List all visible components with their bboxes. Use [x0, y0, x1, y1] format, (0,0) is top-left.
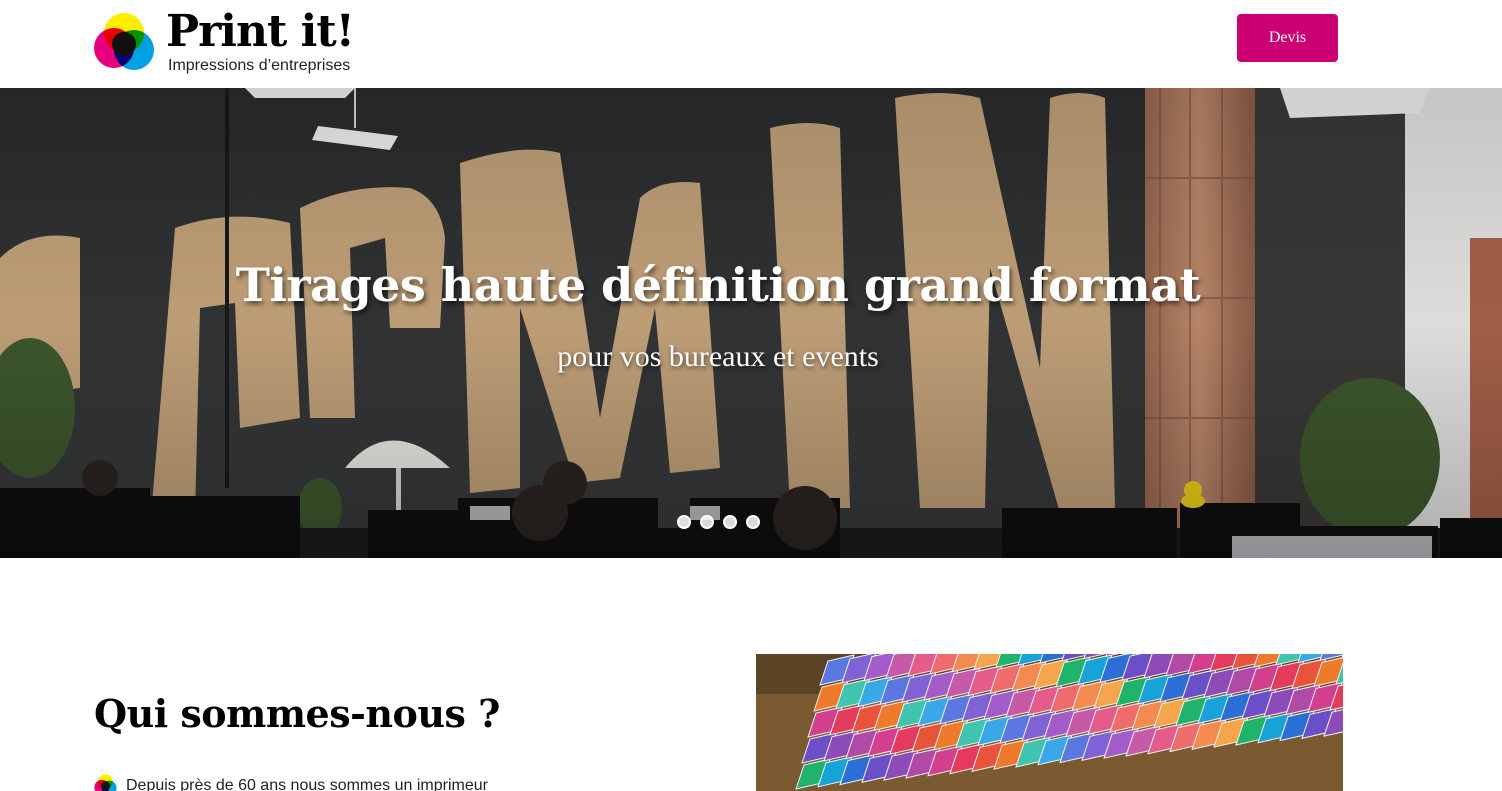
logo-title: Print it! [166, 6, 355, 57]
carousel-dots [677, 515, 760, 529]
logo-tagline: Impressions d’entreprises [168, 57, 351, 74]
about-intro-text: Depuis près de 60 ans nous sommes un imp… [126, 777, 488, 791]
cmyk-logo-icon [94, 13, 154, 70]
hero-title: Tirages haute définition grand format [235, 258, 1201, 312]
site-header: Print it! Impressions d’entreprises Devi… [0, 0, 1502, 88]
carousel-dot-3[interactable] [723, 515, 737, 529]
pantone-swatches-image [756, 654, 1343, 791]
swatch-fan-illustration [756, 654, 1343, 791]
devis-button[interactable]: Devis [1237, 14, 1338, 62]
cmyk-bullet-icon [94, 774, 117, 791]
carousel-dot-1[interactable] [677, 515, 691, 529]
hero-background-image [0, 88, 1502, 558]
hero-subtitle: pour vos bureaux et events [557, 340, 879, 373]
about-list-item: Depuis près de 60 ans nous sommes un imp… [94, 774, 488, 791]
about-title: Qui sommes-nous ? [94, 691, 500, 736]
carousel-dot-2[interactable] [700, 515, 714, 529]
logo[interactable]: Print it! Impressions d’entreprises [93, 6, 363, 76]
carousel-dot-4[interactable] [746, 515, 760, 529]
hero-banner: Tirages haute définition grand format po… [0, 88, 1502, 558]
